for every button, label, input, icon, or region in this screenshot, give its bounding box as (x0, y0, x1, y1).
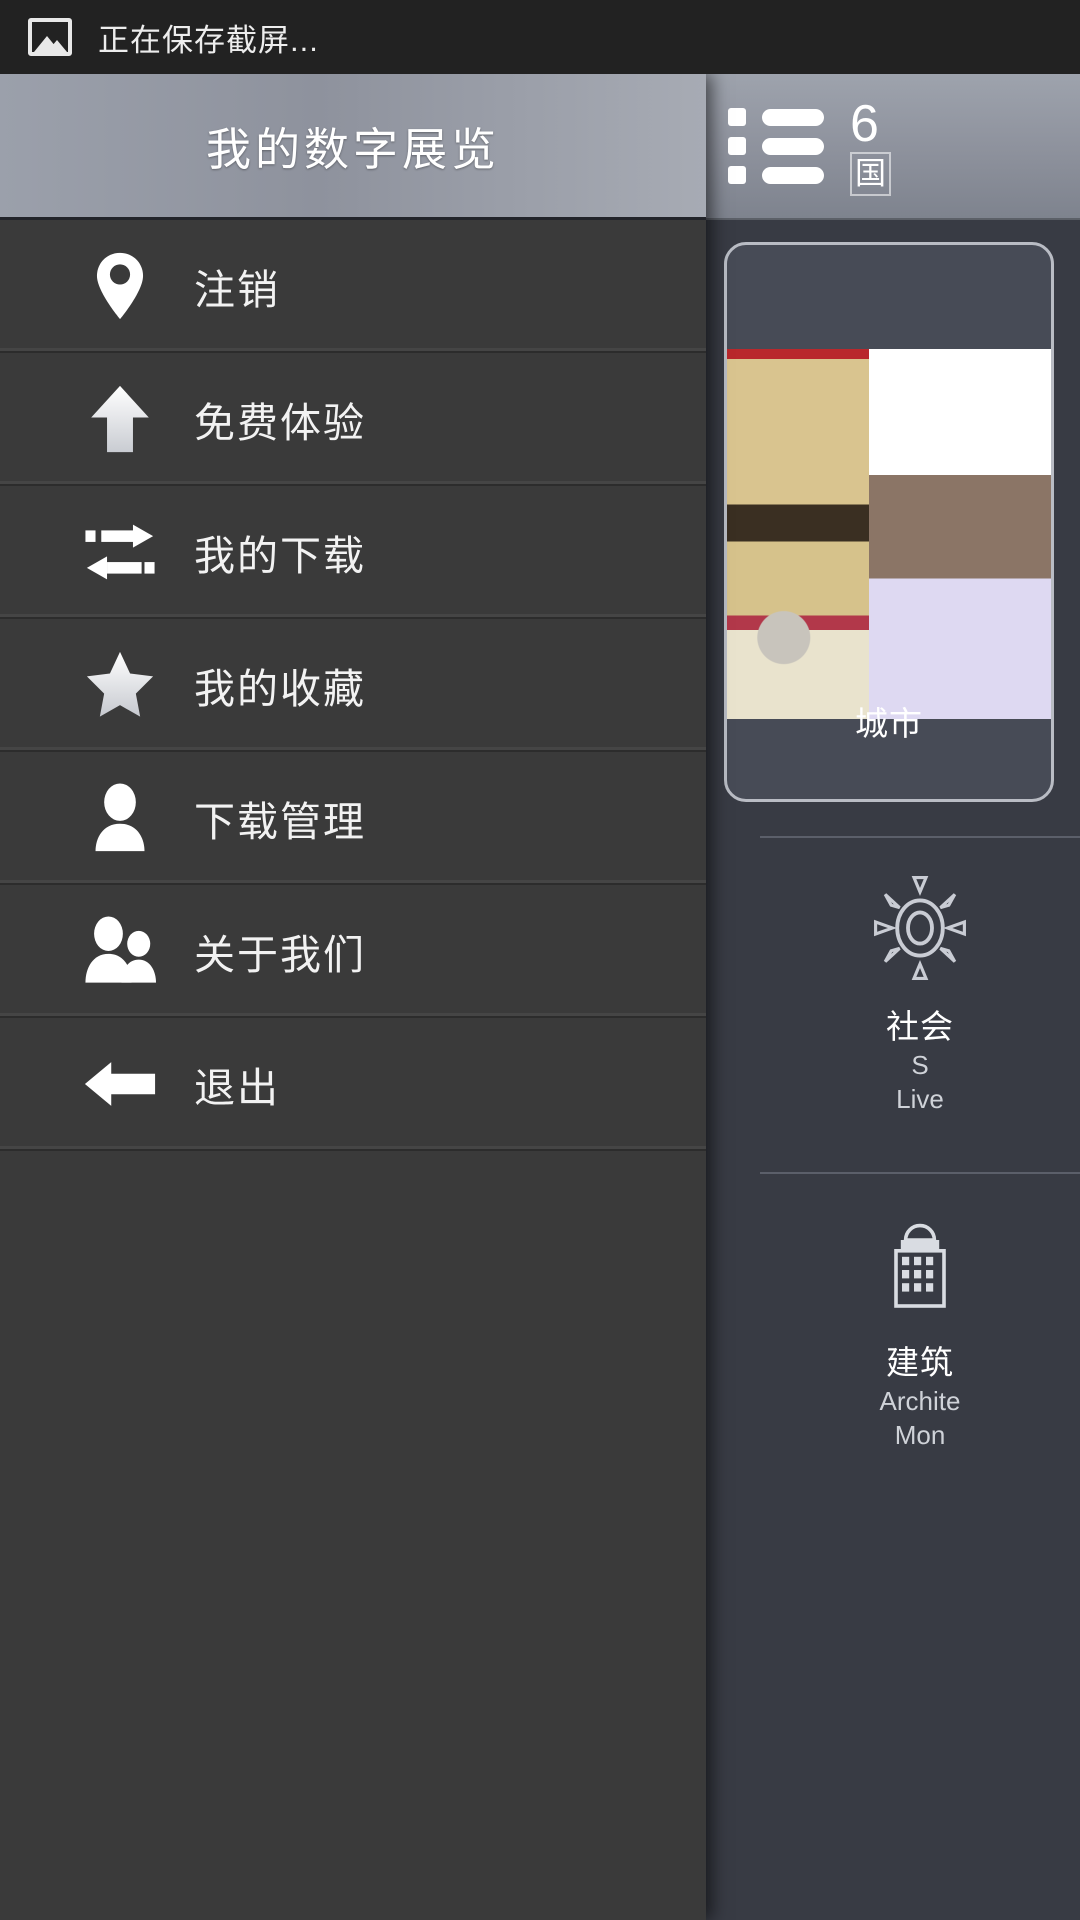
drawer-header: 我的数字展览 (0, 74, 706, 220)
drawer-item-free-trial[interactable]: 免费体验 (0, 353, 706, 486)
category-label-en-1: S (911, 1050, 929, 1080)
sun-rays-icon (760, 864, 1080, 992)
star-icon (72, 649, 168, 721)
navigation-drawer: 我的数字展览 注销 免费体验 我的下载 我的收藏 下载管理 关于我们 退出 (0, 74, 706, 1920)
drawer-item-exit[interactable]: 退出 (0, 1018, 706, 1151)
list-lines-icon[interactable] (728, 108, 824, 184)
category-item-architecture[interactable]: 建筑 Archite Mon (760, 1174, 1080, 1474)
drawer-item-my-downloads[interactable]: 我的下载 (0, 486, 706, 619)
category-label-en-2: Live (896, 1084, 944, 1114)
drawer-empty-space (0, 1151, 706, 1711)
app-title: 6 (850, 95, 879, 153)
category-item-social[interactable]: 社会 S Live (760, 838, 1080, 1138)
drawer-item-about-us[interactable]: 关于我们 (0, 885, 706, 1018)
drawer-title: 我的数字展览 (205, 124, 500, 175)
drawer-item-label: 我的下载 (194, 532, 366, 579)
swap-arrows-icon (72, 520, 168, 584)
category-label-cn: 社会 (886, 1008, 954, 1045)
vintage-car-thumbnail (727, 349, 869, 719)
arrow-left-icon (72, 1056, 168, 1112)
drawer-item-label: 我的收藏 (194, 665, 366, 712)
person-icon (72, 782, 168, 854)
building-icon (760, 1200, 1080, 1328)
people-icon (72, 915, 168, 987)
feature-card[interactable]: 城市 (724, 242, 1054, 802)
secondary-thumbnail (869, 349, 1051, 719)
drawer-menu: 注销 免费体验 我的下载 我的收藏 下载管理 关于我们 退出 (0, 220, 706, 1711)
feature-card-images (727, 349, 1051, 719)
status-bar-text: 正在保存截屏... (98, 22, 319, 58)
drawer-item-label: 注销 (194, 266, 280, 313)
category-label-en-1: Archite (879, 1386, 961, 1416)
image-icon (28, 18, 72, 56)
drawer-item-label: 退出 (194, 1064, 280, 1111)
category-label-en-2: Mon (894, 1420, 946, 1450)
drawer-item-logout[interactable]: 注销 (0, 220, 706, 353)
app-titles: 6 国 (850, 96, 891, 196)
arrow-up-icon (72, 383, 168, 455)
app-subtitle: 国 (850, 152, 891, 196)
drawer-item-download-manager[interactable]: 下载管理 (0, 752, 706, 885)
drawer-item-label: 下载管理 (194, 798, 366, 845)
status-bar: 正在保存截屏... (0, 0, 1080, 74)
screen-root: 6 国 城市 社会 S Live 建筑 Archite Mon 我的数字展览 注… (0, 0, 1080, 1920)
drawer-item-favorites[interactable]: 我的收藏 (0, 619, 706, 752)
feature-card-caption: 城市 (855, 705, 923, 742)
drawer-item-label: 免费体验 (194, 399, 366, 446)
map-pin-icon (72, 250, 168, 322)
drawer-item-label: 关于我们 (194, 931, 366, 978)
category-label-cn: 建筑 (886, 1344, 954, 1381)
